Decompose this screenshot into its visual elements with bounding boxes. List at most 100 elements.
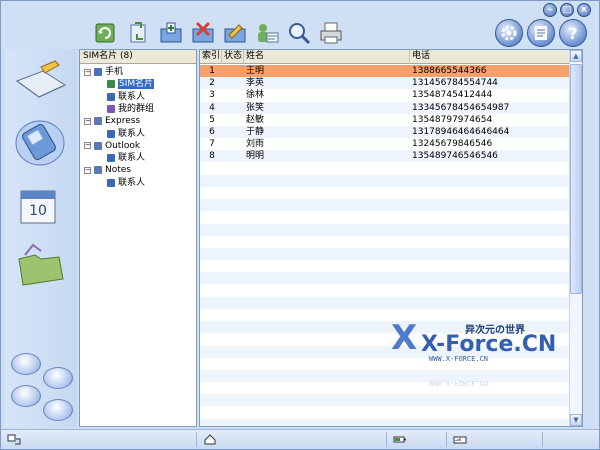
maximize-icon[interactable]: □	[560, 3, 574, 17]
watermark: X X-Force.CN 异次元の世界 WWW.X-FORCE.CN WWW.X…	[391, 301, 571, 401]
table-row[interactable]: 1 王明 1388665544366	[200, 65, 570, 77]
minimize-icon[interactable]: –	[543, 3, 557, 17]
table-cell-index: 2	[209, 78, 215, 89]
scroll-thumb[interactable]	[570, 64, 582, 294]
computer-icon	[94, 166, 102, 175]
watermark-x: X	[391, 318, 417, 358]
table-filler-stripe	[200, 199, 570, 212]
tree-expander-icon[interactable]: −	[84, 142, 91, 150]
contact-tree: SIM名片 (8) − 手机 SIM名片 联系人 我的群组 − Express 联系人 − Out…	[79, 49, 197, 427]
watermark-reflection: WWW.X-FORCE.CN	[429, 379, 488, 387]
forward-icon[interactable]	[11, 353, 41, 375]
transfer-icon[interactable]	[43, 399, 73, 421]
column-header-name[interactable]: 姓名	[244, 50, 410, 64]
group-sms-icon[interactable]	[253, 19, 281, 47]
tree-expander-icon[interactable]: −	[84, 166, 91, 174]
group-icon	[107, 104, 115, 113]
edit-contact-icon[interactable]	[221, 19, 249, 47]
computer-icon	[94, 117, 102, 126]
table-filler-stripe	[200, 248, 570, 260]
settings-icon[interactable]	[495, 19, 523, 47]
tree-item-label: 联系人	[118, 177, 146, 188]
folder-icon[interactable]	[11, 239, 69, 291]
tree-expander-icon[interactable]: −	[84, 117, 91, 125]
table-filler-stripe	[200, 272, 570, 285]
table-cell-phone: 13548745412444	[412, 90, 493, 101]
watermark-tagline: 异次元の世界	[465, 323, 525, 336]
tree-item[interactable]: 联系人	[106, 152, 145, 164]
delete-contact-icon[interactable]	[189, 19, 217, 47]
table-row[interactable]: 2 李英 131456784554744	[200, 77, 570, 90]
tree-item-label: 手机	[105, 67, 124, 77]
column-header-index[interactable]: 索引	[200, 50, 222, 64]
watermark-url: WWW.X-FORCE.CN	[429, 355, 488, 363]
phone-icon[interactable]	[11, 117, 69, 169]
table-cell-phone: 13345678454654987	[412, 102, 510, 113]
notes-icon[interactable]	[527, 19, 555, 47]
computer-icon	[94, 141, 102, 150]
table-row[interactable]: 7 刘雨 13245679846546	[200, 138, 570, 150]
tree-item-label: 我的群组	[118, 103, 155, 114]
close-icon[interactable]: ×	[577, 3, 591, 17]
tree-item[interactable]: − Outlook	[84, 140, 140, 152]
table-cell-name: 刘雨	[246, 139, 265, 150]
tree-item-label: 联系人	[118, 153, 146, 164]
svg-text:?: ?	[568, 24, 577, 43]
scroll-up-icon[interactable]: ▲	[570, 50, 582, 62]
tree-item-label: Notes	[105, 165, 131, 176]
table-cell-phone: 135489746546546	[412, 151, 498, 162]
table-row[interactable]: 4 张笑 13345678454654987	[200, 101, 570, 114]
table-cell-status	[222, 150, 244, 162]
table-row[interactable]: 8 明明 135489746546546	[200, 150, 570, 163]
tree-item-label: 联系人	[118, 91, 146, 102]
backup-icon[interactable]	[43, 367, 73, 389]
table-filler-stripe	[200, 223, 570, 236]
refresh-icon[interactable]	[91, 19, 119, 47]
calendar-icon[interactable]: 10	[11, 181, 69, 233]
tree-item-label: SIM名片	[118, 79, 155, 90]
table-row[interactable]: 3 徐林 13548745412444	[200, 89, 570, 101]
search-icon[interactable]	[285, 19, 313, 47]
table-cell-status	[222, 65, 244, 77]
column-header-phone[interactable]: 电话	[410, 50, 570, 64]
tree-item[interactable]: 联系人	[106, 177, 145, 189]
tree-item-label: 联系人	[118, 128, 146, 139]
table-row[interactable]: 5 赵敏 13548797974654	[200, 114, 570, 126]
table-cell-name: 赵敏	[246, 114, 265, 125]
phone-device-icon	[94, 68, 102, 76]
table-row[interactable]: 6 于静 13178946464646464	[200, 126, 570, 138]
add-contact-icon[interactable]	[157, 19, 185, 47]
tree-item[interactable]: − 手机	[84, 66, 123, 78]
table-cell-status	[222, 114, 244, 126]
column-header-status[interactable]: 状态	[222, 50, 244, 64]
contact-icon	[107, 92, 115, 101]
left-navigation: 10	[5, 49, 77, 427]
contact-icon	[107, 154, 115, 163]
tree-item[interactable]: 联系人	[106, 91, 145, 103]
print-icon[interactable]	[317, 19, 345, 47]
help-icon[interactable]: ?	[559, 19, 587, 47]
restore-icon[interactable]	[11, 385, 41, 407]
tree-item[interactable]: 我的群组	[106, 103, 154, 115]
table-cell-name: 李英	[246, 78, 265, 89]
connection-icon	[7, 434, 21, 445]
tree-item[interactable]: − Express	[84, 115, 140, 127]
tree-expander-icon[interactable]: −	[84, 68, 91, 76]
tree-item[interactable]: − Notes	[84, 164, 131, 176]
table-cell-index: 4	[209, 102, 215, 113]
contact-icon	[107, 178, 115, 187]
table-cell-status	[222, 77, 244, 89]
sync-icon[interactable]	[125, 19, 153, 47]
tree-item[interactable]: 联系人	[106, 128, 145, 140]
table-cell-index: 8	[209, 151, 215, 162]
tree-item-label: Express	[105, 116, 141, 127]
table-filler-stripe	[200, 174, 570, 187]
message-icon[interactable]	[11, 59, 69, 111]
scroll-down-icon[interactable]: ▼	[570, 414, 582, 426]
table-cell-phone: 13178946464646464	[412, 127, 510, 137]
table-cell-index: 3	[209, 90, 215, 101]
tree-header: SIM名片 (8)	[80, 50, 196, 64]
tree-item[interactable]: SIM名片	[106, 78, 155, 90]
svg-text:10: 10	[29, 203, 47, 219]
toolbar	[91, 19, 391, 49]
